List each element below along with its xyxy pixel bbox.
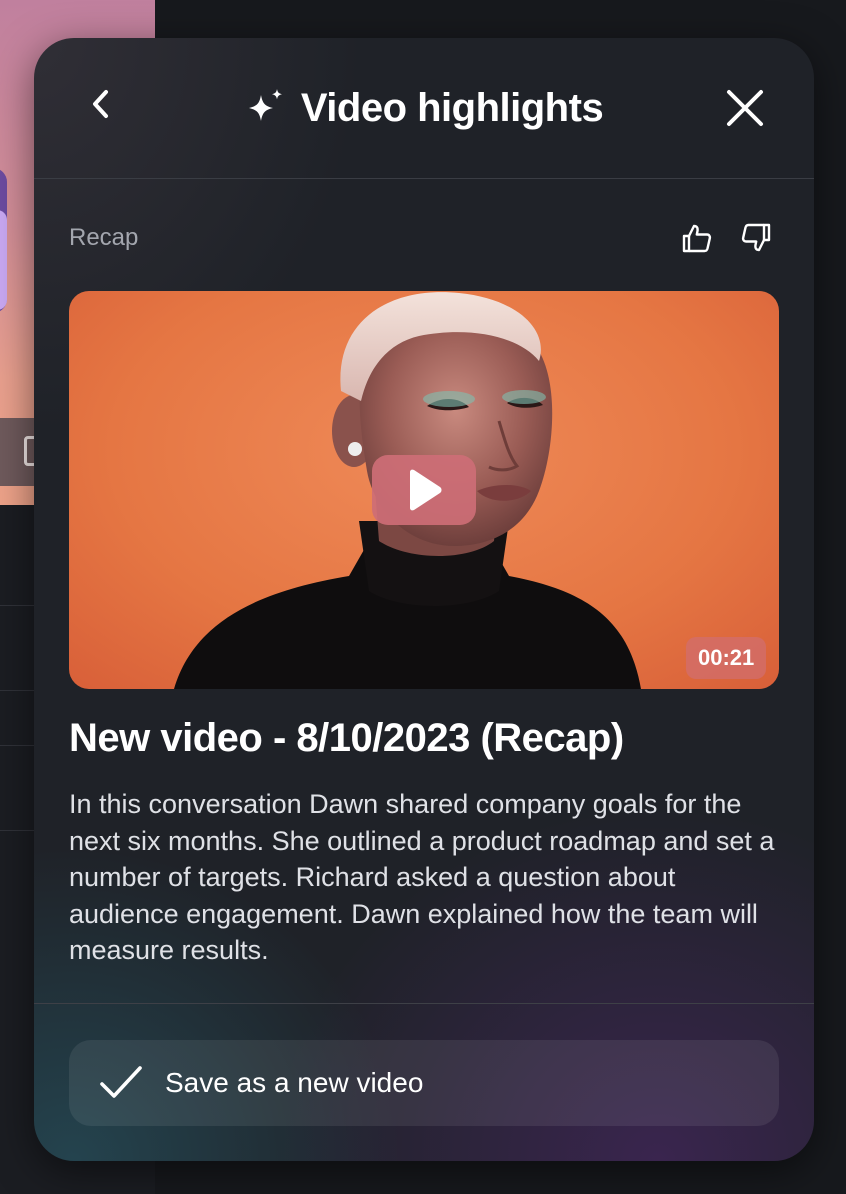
- header-divider: [34, 178, 814, 179]
- video-highlights-panel: Video highlights Recap 00:21 New video -…: [34, 38, 814, 1161]
- thumbs-down-icon: [741, 223, 771, 252]
- footer-divider: [34, 1003, 814, 1004]
- video-duration-badge: 00:21: [686, 637, 767, 679]
- panel-header: Video highlights: [34, 38, 814, 178]
- close-icon: [727, 90, 763, 126]
- panel-title-group: Video highlights: [34, 78, 814, 138]
- recap-label: Recap: [69, 224, 139, 251]
- play-icon: [410, 469, 442, 511]
- thumbs-up-button[interactable]: [681, 222, 713, 254]
- close-button[interactable]: [719, 82, 771, 134]
- video-description: In this conversation Dawn shared company…: [69, 789, 775, 966]
- thumbs-up-icon: [682, 224, 712, 253]
- background-card-inner: [0, 210, 7, 310]
- save-button-label: Save as a new video: [165, 1067, 424, 1098]
- panel-title: Video highlights: [300, 85, 604, 130]
- save-as-new-video-button[interactable]: Save as a new video: [69, 1040, 779, 1126]
- checkmark-icon: [100, 1066, 142, 1098]
- screen: Video highlights Recap 00:21 New video -…: [0, 0, 846, 1194]
- thumbs-down-button[interactable]: [740, 222, 772, 254]
- video-title: New video - 8/10/2023 (Recap): [69, 716, 624, 760]
- play-button[interactable]: [372, 455, 476, 525]
- video-thumbnail[interactable]: 00:21: [69, 291, 779, 689]
- sparkle-icon: [248, 89, 282, 121]
